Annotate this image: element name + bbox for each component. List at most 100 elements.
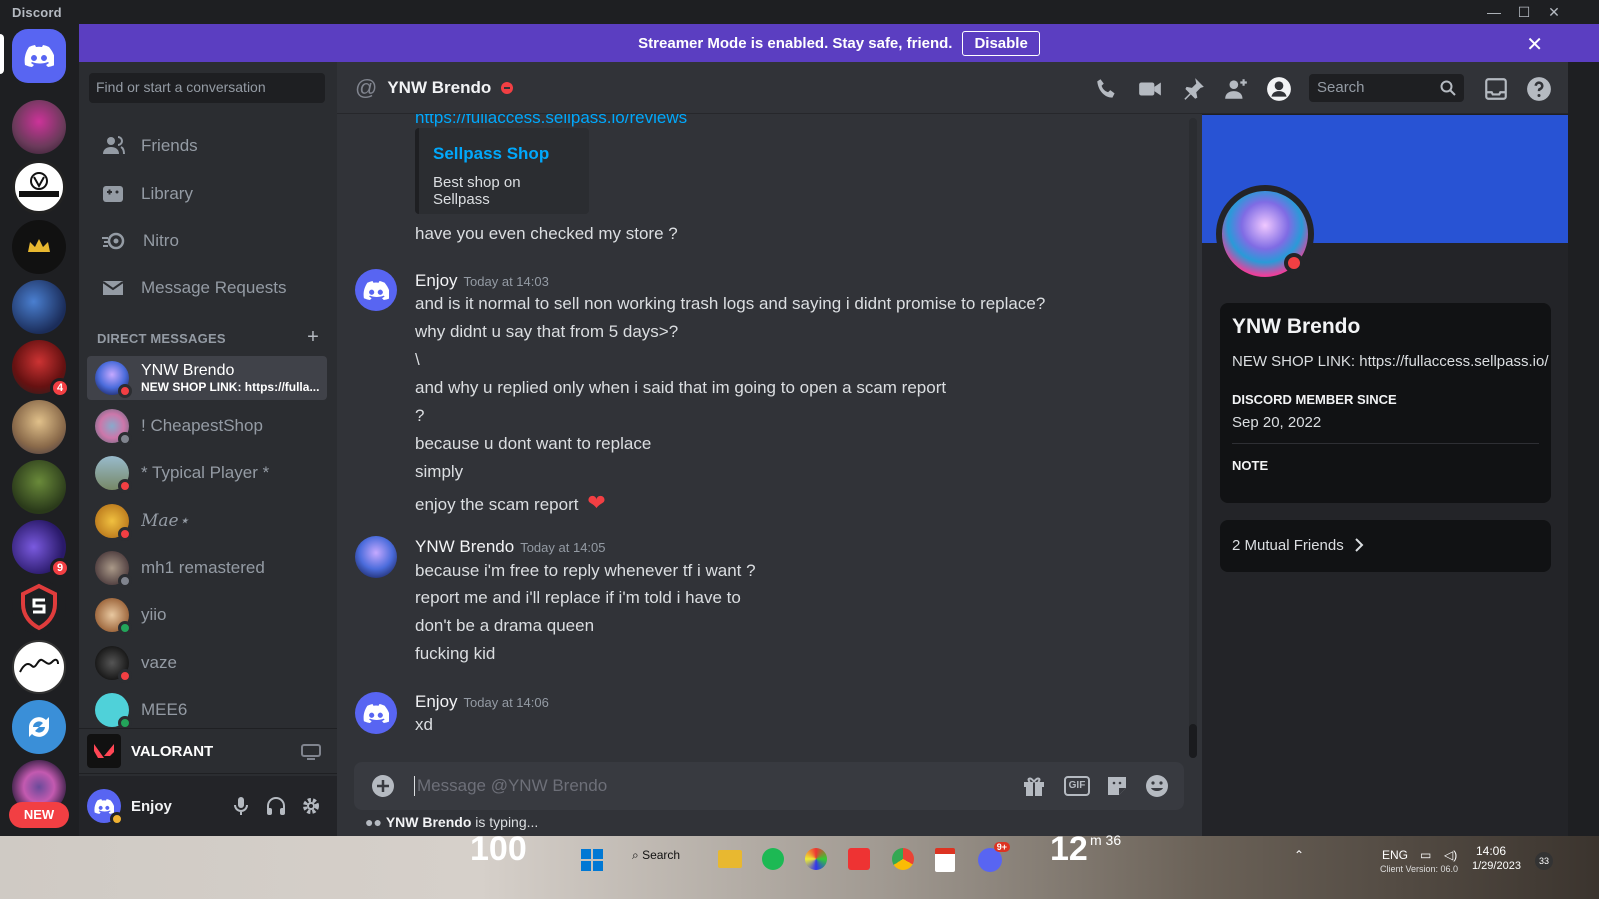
nav-friends[interactable]: Friends [87, 124, 327, 168]
create-dm-button[interactable]: + [307, 326, 319, 349]
server-icon[interactable] [12, 640, 66, 694]
server-icon[interactable]: 9 [12, 520, 70, 578]
note-label[interactable]: NOTE [1232, 458, 1539, 473]
message-composer[interactable]: Message @YNW Brendo GIF [354, 762, 1184, 810]
file-explorer-icon[interactable] [718, 850, 742, 868]
emoji-picker-icon[interactable] [1145, 774, 1169, 798]
shield-logo-icon [21, 583, 57, 631]
dm-name: vaze [141, 653, 177, 672]
voice-call-icon[interactable] [1094, 76, 1120, 102]
server-icon[interactable] [12, 160, 66, 214]
avatar [95, 693, 132, 730]
crown-icon [28, 239, 50, 252]
dm-item[interactable]: MEE6 [87, 688, 327, 732]
dm-name: * Typical Player * [141, 463, 270, 482]
gift-icon[interactable] [1022, 774, 1046, 798]
message-line: ? [415, 406, 425, 425]
server-icon[interactable] [12, 400, 66, 454]
maximize-button[interactable]: ☐ [1508, 2, 1540, 22]
help-icon[interactable] [1526, 76, 1552, 102]
link-embed: Sellpass Shop Best shop on Sellpass [415, 128, 589, 214]
tray-chevron-up-icon[interactable]: ⌃ [1294, 848, 1304, 862]
spotify-icon[interactable] [762, 848, 784, 870]
disable-streamer-mode-button[interactable]: Disable [962, 30, 1040, 56]
dnd-status-icon [1284, 253, 1304, 273]
dm-item[interactable]: ! CheapestShop [87, 404, 327, 448]
dnd-status-icon [118, 527, 132, 541]
author-name[interactable]: Enjoy [415, 271, 458, 290]
self-avatar[interactable] [87, 789, 124, 826]
idle-status-icon [110, 812, 124, 826]
author-avatar[interactable] [355, 692, 397, 734]
scrollbar-thumb[interactable] [1189, 724, 1197, 758]
input-language[interactable]: ENG [1382, 848, 1408, 862]
server-icon[interactable] [12, 700, 66, 754]
nav-library[interactable]: Library [87, 172, 327, 216]
author-avatar[interactable] [355, 269, 397, 311]
dm-item-ynw-brendo[interactable]: YNW Brendo NEW SHOP LINK: https://fulla.… [87, 356, 327, 400]
banner-text: Streamer Mode is enabled. Stay safe, fri… [638, 34, 953, 52]
discord-taskbar-icon[interactable]: 9+ [978, 842, 1010, 872]
mutual-friends-button[interactable]: 2 Mutual Friends [1220, 520, 1551, 572]
author-name[interactable]: YNW Brendo [415, 537, 514, 556]
author-avatar[interactable] [355, 536, 397, 578]
video-call-icon[interactable] [1137, 76, 1163, 102]
dm-item[interactable]: mh1 remastered [87, 546, 327, 590]
member-since-label: DISCORD MEMBER SINCE [1232, 392, 1397, 407]
server-icon[interactable] [12, 220, 66, 274]
user-profile-panel: YNW Brendo NEW SHOP LINK: https://fullac… [1202, 115, 1568, 836]
close-window-button[interactable]: ✕ [1538, 2, 1570, 22]
app-icon[interactable] [805, 848, 827, 870]
chrome-icon[interactable] [892, 848, 914, 870]
message-author: Enjoy Today at 14:06 [415, 692, 549, 712]
volume-icon[interactable]: ◁) [1444, 848, 1457, 862]
dm-item[interactable]: 𝑀𝑎𝑒⋆ [87, 499, 327, 543]
sticker-icon[interactable] [1105, 774, 1129, 798]
add-friend-to-dm-icon[interactable] [1223, 76, 1249, 102]
nav-nitro[interactable]: Nitro [87, 219, 327, 263]
app-icon[interactable] [848, 848, 870, 870]
minimize-button[interactable]: — [1478, 2, 1510, 22]
dm-item[interactable]: vaze [87, 641, 327, 685]
weather-widget-small: m 36 [1090, 832, 1122, 848]
profile-avatar[interactable] [1216, 185, 1314, 283]
pdf-reader-icon[interactable] [935, 848, 955, 872]
author-name[interactable]: Enjoy [415, 692, 458, 711]
inbox-icon[interactable] [1483, 76, 1509, 102]
embed-title[interactable]: Sellpass Shop [433, 144, 575, 164]
network-icon[interactable]: ▭ [1420, 848, 1431, 862]
start-windows-icon[interactable] [580, 848, 604, 872]
dm-item[interactable]: * Typical Player * [87, 451, 327, 495]
user-profile-toggle-icon[interactable] [1266, 76, 1292, 102]
user-panel: Enjoy [79, 776, 337, 836]
taskbar-search[interactable]: ⌕ Search [632, 848, 680, 863]
message-input[interactable]: Message @YNW Brendo [414, 776, 607, 796]
message-scrollbar[interactable] [1189, 118, 1197, 758]
search-input[interactable]: Search [1309, 74, 1464, 102]
server-icon[interactable] [12, 460, 66, 514]
add-attachment-icon[interactable] [371, 774, 395, 798]
avatar [95, 361, 132, 398]
system-date[interactable]: 1/29/2023 [1472, 860, 1521, 872]
nav-message-requests[interactable]: Message Requests [87, 266, 327, 310]
screen-share-icon[interactable] [301, 743, 321, 761]
find-conversation-input[interactable]: Find or start a conversation [89, 73, 325, 103]
dm-status-text: NEW SHOP LINK: https://fulla... [141, 380, 320, 394]
server-icon[interactable]: 4 [12, 340, 70, 398]
server-icon[interactable] [12, 280, 66, 334]
dm-item[interactable]: yiio [87, 593, 327, 637]
microphone-icon[interactable] [233, 796, 249, 816]
close-banner-button[interactable]: ✕ [1526, 32, 1543, 57]
server-icon[interactable] [12, 580, 66, 634]
gif-picker-button[interactable]: GIF [1064, 776, 1090, 796]
message-link[interactable]: https://fullaccess.sellpass.io/reviews [415, 114, 687, 128]
nav-label: Message Requests [141, 278, 287, 297]
server-icon[interactable] [12, 100, 66, 154]
home-button[interactable] [12, 29, 66, 83]
notification-center-badge[interactable]: 33 [1535, 852, 1553, 870]
system-time[interactable]: 14:06 [1476, 844, 1506, 858]
settings-gear-icon[interactable] [301, 796, 321, 816]
nitro-icon [102, 232, 125, 250]
headphones-icon[interactable] [266, 796, 286, 816]
pinned-messages-icon[interactable] [1180, 76, 1206, 102]
